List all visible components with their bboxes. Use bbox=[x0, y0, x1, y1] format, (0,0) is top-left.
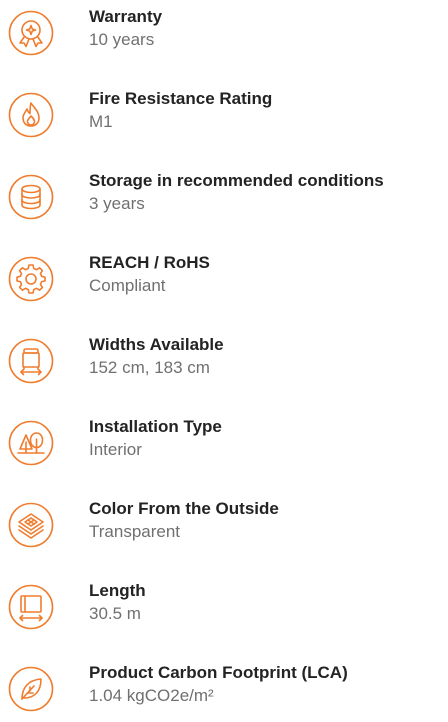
spec-value: 30.5 m bbox=[89, 604, 141, 623]
spec-value: 3 years bbox=[89, 194, 145, 213]
warranty-badge-icon bbox=[8, 10, 54, 56]
spec-label: REACH / RoHS bbox=[89, 253, 210, 272]
spec-value: Compliant bbox=[89, 276, 166, 295]
spec-item-carbon-footprint: Product Carbon Footprint (LCA) 1.04 kgCO… bbox=[8, 662, 448, 722]
spec-label: Fire Resistance Rating bbox=[89, 89, 273, 108]
roll-width-icon bbox=[8, 338, 54, 384]
spec-value: M1 bbox=[89, 112, 113, 131]
spec-item-storage: Storage in recommended conditions 3 year… bbox=[8, 170, 448, 230]
spec-value: 152 cm, 183 cm bbox=[89, 358, 210, 377]
spec-item-reach-rohs: REACH / RoHS Compliant bbox=[8, 252, 448, 312]
tree-icon bbox=[8, 420, 54, 466]
spec-item-installation-type: Installation Type Interior bbox=[8, 416, 448, 476]
spec-item-color-outside: Color From the Outside Transparent bbox=[8, 498, 448, 558]
spec-label: Widths Available bbox=[89, 335, 224, 354]
spec-label: Warranty bbox=[89, 7, 163, 26]
gear-icon bbox=[8, 256, 54, 302]
layers-icon bbox=[8, 502, 54, 548]
spec-item-warranty: Warranty 10 years bbox=[8, 6, 448, 66]
spec-value: 1.04 kgCO2e/m² bbox=[89, 686, 214, 705]
spec-value: Interior bbox=[89, 440, 142, 459]
leaf-icon bbox=[8, 666, 54, 712]
length-icon bbox=[8, 584, 54, 630]
spec-value: 10 years bbox=[89, 30, 155, 49]
spec-item-widths: Widths Available 152 cm, 183 cm bbox=[8, 334, 448, 394]
database-icon bbox=[8, 174, 54, 220]
spec-item-length: Length 30.5 m bbox=[8, 580, 448, 640]
spec-label: Installation Type bbox=[89, 417, 222, 436]
spec-label: Length bbox=[89, 581, 146, 600]
spec-value: Transparent bbox=[89, 522, 181, 541]
product-specs-list: Warranty 10 years Fire Resistance Rating… bbox=[0, 0, 448, 712]
spec-label: Color From the Outside bbox=[89, 499, 279, 518]
fire-icon bbox=[8, 92, 54, 138]
spec-label: Storage in recommended conditions bbox=[89, 171, 384, 190]
spec-item-fire-resistance: Fire Resistance Rating M1 bbox=[8, 88, 448, 148]
spec-label: Product Carbon Footprint (LCA) bbox=[89, 663, 348, 682]
